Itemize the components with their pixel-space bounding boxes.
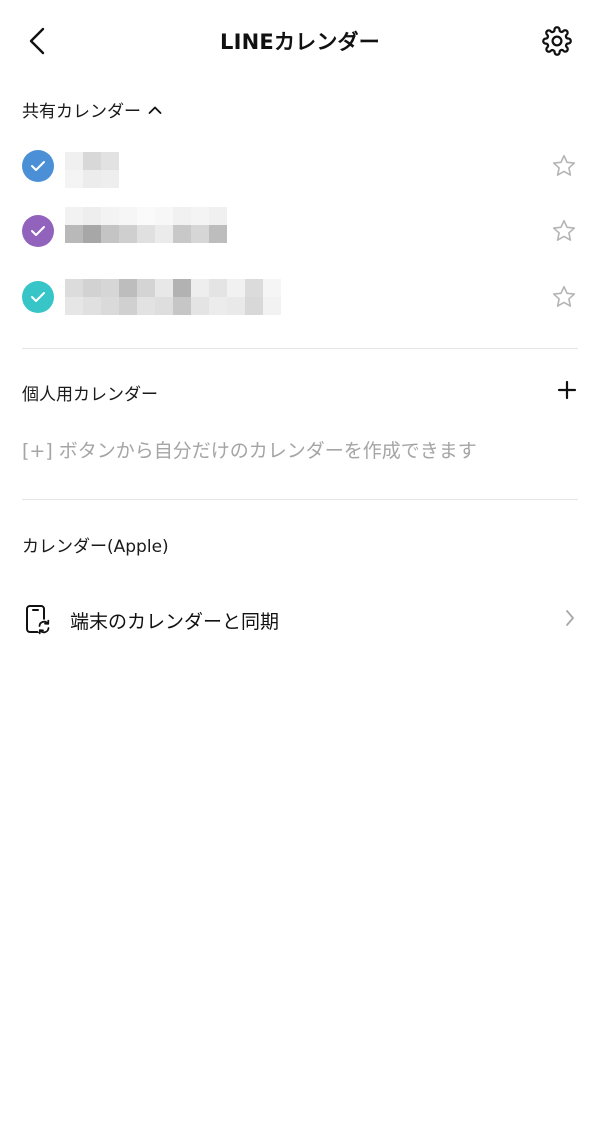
- checkmark-icon: [31, 292, 45, 302]
- checkmark-icon: [31, 226, 45, 236]
- star-outline-icon: [552, 219, 576, 241]
- checkmark-icon: [31, 161, 45, 171]
- sync-device-calendar-row[interactable]: 端末のカレンダーと同期: [0, 590, 600, 648]
- phone-sync-icon: [26, 605, 52, 635]
- calendar-checkbox[interactable]: [22, 150, 54, 182]
- add-calendar-button[interactable]: [554, 377, 580, 403]
- plus-icon: [557, 380, 577, 400]
- favorite-star-button[interactable]: [550, 152, 578, 180]
- shared-calendars-toggle[interactable]: 共有カレンダー: [22, 97, 162, 122]
- shared-calendar-row[interactable]: [0, 202, 600, 260]
- settings-button[interactable]: [538, 22, 576, 60]
- sync-device-calendar-label: 端末のカレンダーと同期: [70, 611, 280, 633]
- shared-calendars-heading: 共有カレンダー: [22, 102, 141, 122]
- calendar-name-redacted: [65, 279, 281, 315]
- favorite-star-button[interactable]: [550, 217, 578, 245]
- gear-icon: [542, 26, 572, 56]
- device-calendar-heading: カレンダー(Apple): [22, 537, 169, 557]
- nav-header: LINEカレンダー: [0, 0, 600, 82]
- shared-calendar-row[interactable]: [0, 137, 600, 195]
- section-divider: [22, 499, 578, 500]
- section-divider: [22, 348, 578, 349]
- chevron-right-icon: [562, 608, 578, 628]
- calendar-name-redacted: [65, 152, 119, 188]
- calendar-checkbox[interactable]: [22, 215, 54, 247]
- personal-empty-hint: [+] ボタンから自分だけのカレンダーを作成できます: [22, 440, 477, 462]
- calendar-checkbox[interactable]: [22, 281, 54, 313]
- star-outline-icon: [552, 154, 576, 176]
- favorite-star-button[interactable]: [550, 283, 578, 311]
- chevron-up-icon: [148, 105, 162, 115]
- page-title: LINEカレンダー: [220, 30, 380, 54]
- star-outline-icon: [552, 285, 576, 307]
- personal-calendars-heading: 個人用カレンダー: [22, 385, 158, 405]
- calendar-name-redacted: [65, 207, 227, 243]
- shared-calendar-row[interactable]: [0, 268, 600, 326]
